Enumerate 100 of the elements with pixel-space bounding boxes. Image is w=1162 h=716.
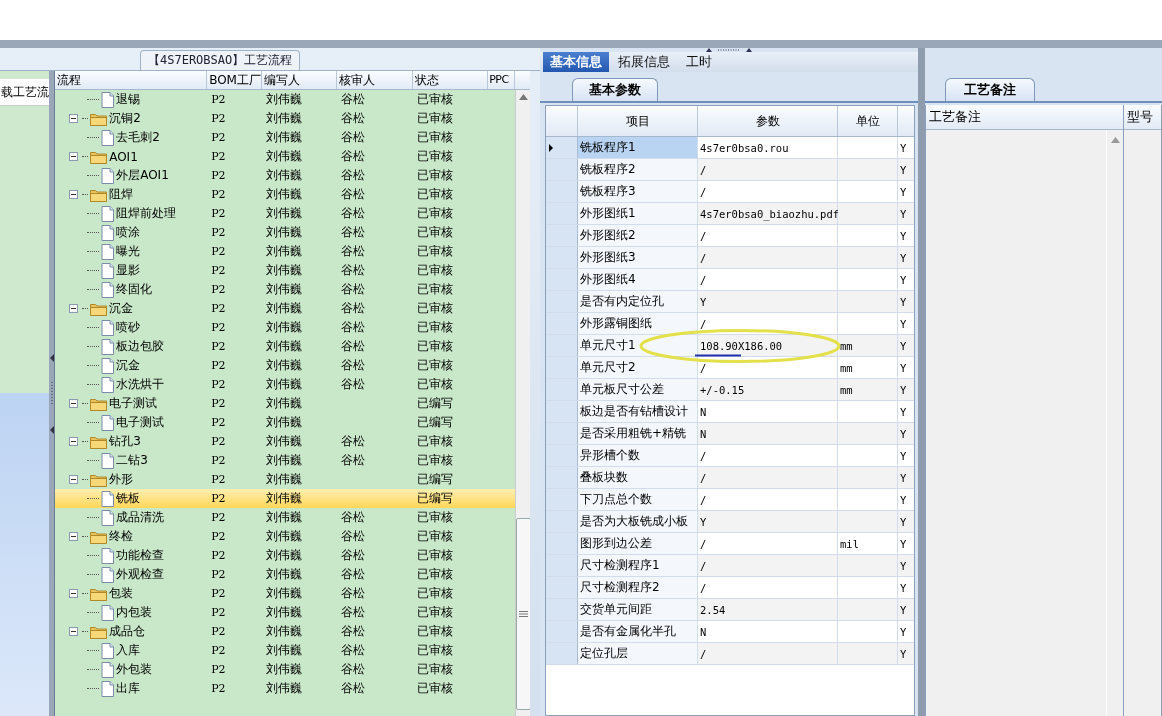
- tree-row[interactable]: 阻焊前处理 P2 刘伟巍 谷松 已审核: [55, 204, 516, 223]
- collapse-arrow-icon[interactable]: [49, 353, 54, 362]
- collapse-icon[interactable]: [69, 627, 79, 636]
- tree-row[interactable]: 外观检查 P2 刘伟巍 谷松 已审核: [55, 565, 516, 584]
- tree-row[interactable]: 阻焊 P2 刘伟巍 谷松 已审核: [55, 185, 516, 204]
- column-header[interactable]: 参数: [698, 106, 838, 136]
- table-row[interactable]: 尺寸检测程序2 / Y: [546, 577, 914, 599]
- table-row[interactable]: 是否有内定位孔 Y Y: [546, 291, 914, 313]
- tab[interactable]: 工时: [679, 52, 719, 72]
- status-text: 已审核: [417, 91, 454, 108]
- column-header[interactable]: 工艺备注: [926, 105, 1123, 130]
- table-row[interactable]: 叠板块数 / Y: [546, 467, 914, 489]
- scroll-up-icon[interactable]: [519, 94, 529, 100]
- table-cell: mil: [838, 533, 898, 554]
- table-row[interactable]: 单元尺寸2 / mm Y: [546, 357, 914, 379]
- tab[interactable]: 工艺备注: [945, 78, 1035, 101]
- table-row[interactable]: 外形露铜图纸 / Y: [546, 313, 914, 335]
- column-header[interactable]: 单位: [838, 106, 898, 136]
- table-cell: 尺寸检测程序1: [578, 555, 698, 576]
- tree-row[interactable]: 沉金 P2 刘伟巍 谷松 已审核: [55, 299, 516, 318]
- side-tab[interactable]: 载工艺流: [0, 79, 50, 106]
- table-row[interactable]: 铣板程序1 4s7er0bsa0.rou Y: [546, 137, 914, 159]
- column-header[interactable]: 编写人: [262, 71, 338, 89]
- collapse-icon[interactable]: [69, 475, 79, 484]
- table-row[interactable]: 图形到边公差 / mil Y: [546, 533, 914, 555]
- table-row[interactable]: 外形图纸2 / Y: [546, 225, 914, 247]
- collapse-icon[interactable]: [69, 399, 79, 408]
- tab[interactable]: 基本信息: [543, 52, 609, 72]
- tree-row[interactable]: 水洗烘干 P2 刘伟巍 谷松 已审核: [55, 375, 516, 394]
- tree-row[interactable]: 退锡 P2 刘伟巍 谷松 已审核: [55, 90, 516, 109]
- collapse-icon[interactable]: [69, 190, 79, 199]
- table-row[interactable]: 板边是否有钻槽设计 N Y: [546, 401, 914, 423]
- collapse-icon[interactable]: [69, 304, 79, 313]
- table-row[interactable]: 铣板程序3 / Y: [546, 181, 914, 203]
- table-row[interactable]: 定位孔层 / Y: [546, 643, 914, 665]
- column-header[interactable]: 核审人: [337, 71, 414, 89]
- tree-row[interactable]: 出库 P2 刘伟巍 谷松 已审核: [55, 679, 516, 698]
- tree-row[interactable]: AOI1 P2 刘伟巍 谷松 已审核: [55, 147, 516, 166]
- tree-row[interactable]: 成品清洗 P2 刘伟巍 谷松 已审核: [55, 508, 516, 527]
- tree-row[interactable]: 功能检查 P2 刘伟巍 谷松 已审核: [55, 546, 516, 565]
- tree-row[interactable]: 二钻3 P2 刘伟巍 谷松 已审核: [55, 451, 516, 470]
- table-row[interactable]: 外形图纸3 / Y: [546, 247, 914, 269]
- table-row[interactable]: 铣板程序2 / Y: [546, 159, 914, 181]
- collapse-arrow-icon[interactable]: [49, 425, 54, 434]
- table-row[interactable]: 交货单元间距 2.54 Y: [546, 599, 914, 621]
- table-row[interactable]: 外形图纸1 4s7er0bsa0_biaozhu.pdf Y: [546, 203, 914, 225]
- tree-row[interactable]: 包装 P2 刘伟巍 谷松 已审核: [55, 584, 516, 603]
- status-text: 已审核: [417, 205, 454, 222]
- tree-row[interactable]: 入库 P2 刘伟巍 谷松 已审核: [55, 641, 516, 660]
- splitter-grip-icon[interactable]: [50, 381, 53, 406]
- tab[interactable]: 拓展信息: [611, 52, 677, 72]
- column-header[interactable]: PPC: [488, 71, 516, 89]
- tree-row[interactable]: 外包装 P2 刘伟巍 谷松 已审核: [55, 660, 516, 679]
- tree-row[interactable]: 外形 P2 刘伟巍 已编写: [55, 470, 516, 489]
- tree-row[interactable]: 板边包胶 P2 刘伟巍 谷松 已审核: [55, 337, 516, 356]
- tree-row[interactable]: 铣板 P2 刘伟巍 已编写: [55, 489, 516, 508]
- table-row[interactable]: 单元板尺寸公差 +/-0.15 mm Y: [546, 379, 914, 401]
- collapse-icon[interactable]: [69, 152, 79, 161]
- scrollbar-thumb[interactable]: [516, 518, 531, 710]
- tree-row[interactable]: 外层AOI1 P2 刘伟巍 谷松 已审核: [55, 166, 516, 185]
- tree-row[interactable]: 电子测试 P2 刘伟巍 已编写: [55, 413, 516, 432]
- tree-row[interactable]: 内包装 P2 刘伟巍 谷松 已审核: [55, 603, 516, 622]
- tree-row[interactable]: 终固化 P2 刘伟巍 谷松 已审核: [55, 280, 516, 299]
- table-row[interactable]: 是否有金属化半孔 N Y: [546, 621, 914, 643]
- tree-row[interactable]: 曝光 P2 刘伟巍 谷松 已审核: [55, 242, 516, 261]
- table-row[interactable]: 外形图纸4 / Y: [546, 269, 914, 291]
- splitter-grip-icon[interactable]: [706, 48, 752, 52]
- table-row[interactable]: 异形槽个数 / Y: [546, 445, 914, 467]
- collapse-icon[interactable]: [69, 589, 79, 598]
- tree-row[interactable]: 喷砂 P2 刘伟巍 谷松 已审核: [55, 318, 516, 337]
- column-header[interactable]: 状态: [413, 71, 489, 89]
- table-row[interactable]: 是否为大板铣成小板 Y Y: [546, 511, 914, 533]
- collapse-icon[interactable]: [69, 532, 79, 541]
- writer-name: 刘伟巍: [266, 186, 303, 203]
- tree-row[interactable]: 去毛刺2 P2 刘伟巍 谷松 已审核: [55, 128, 516, 147]
- document-icon: [101, 357, 115, 374]
- table-cell: 是否采用粗铣+精铣: [578, 423, 698, 444]
- table-row[interactable]: 是否采用粗铣+精铣 N Y: [546, 423, 914, 445]
- column-header[interactable]: 型号: [1124, 105, 1161, 130]
- tree-row[interactable]: 电子测试 P2 刘伟巍 已编写: [55, 394, 516, 413]
- tree-row[interactable]: 终检 P2 刘伟巍 谷松 已审核: [55, 527, 516, 546]
- tree-row[interactable]: 钻孔3 P2 刘伟巍 谷松 已审核: [55, 432, 516, 451]
- collapse-icon[interactable]: [69, 437, 79, 446]
- row-header[interactable]: [546, 137, 578, 158]
- tree-row[interactable]: 成品仓 P2 刘伟巍 谷松 已审核: [55, 622, 516, 641]
- column-header[interactable]: 流程: [55, 71, 208, 89]
- tree-row[interactable]: 显影 P2 刘伟巍 谷松 已审核: [55, 261, 516, 280]
- table-cell: [838, 467, 898, 488]
- tab[interactable]: 基本参数: [572, 78, 658, 101]
- status-text: 已审核: [417, 623, 454, 640]
- tree-row[interactable]: 沉铜2 P2 刘伟巍 谷松 已审核: [55, 109, 516, 128]
- tree-row[interactable]: 喷涂 P2 刘伟巍 谷松 已审核: [55, 223, 516, 242]
- column-header[interactable]: 项目: [578, 106, 698, 136]
- column-header[interactable]: BOM工厂: [207, 71, 263, 89]
- tree-row[interactable]: 沉金 P2 刘伟巍 谷松 已审核: [55, 356, 516, 375]
- table-row[interactable]: 下刀点总个数 / Y: [546, 489, 914, 511]
- table-row[interactable]: 单元尺寸1 108.90X186.00 mm Y: [546, 335, 914, 357]
- collapse-icon[interactable]: [69, 114, 79, 123]
- scroll-up-icon[interactable]: [1110, 137, 1120, 143]
- table-row[interactable]: 尺寸检测程序1 / Y: [546, 555, 914, 577]
